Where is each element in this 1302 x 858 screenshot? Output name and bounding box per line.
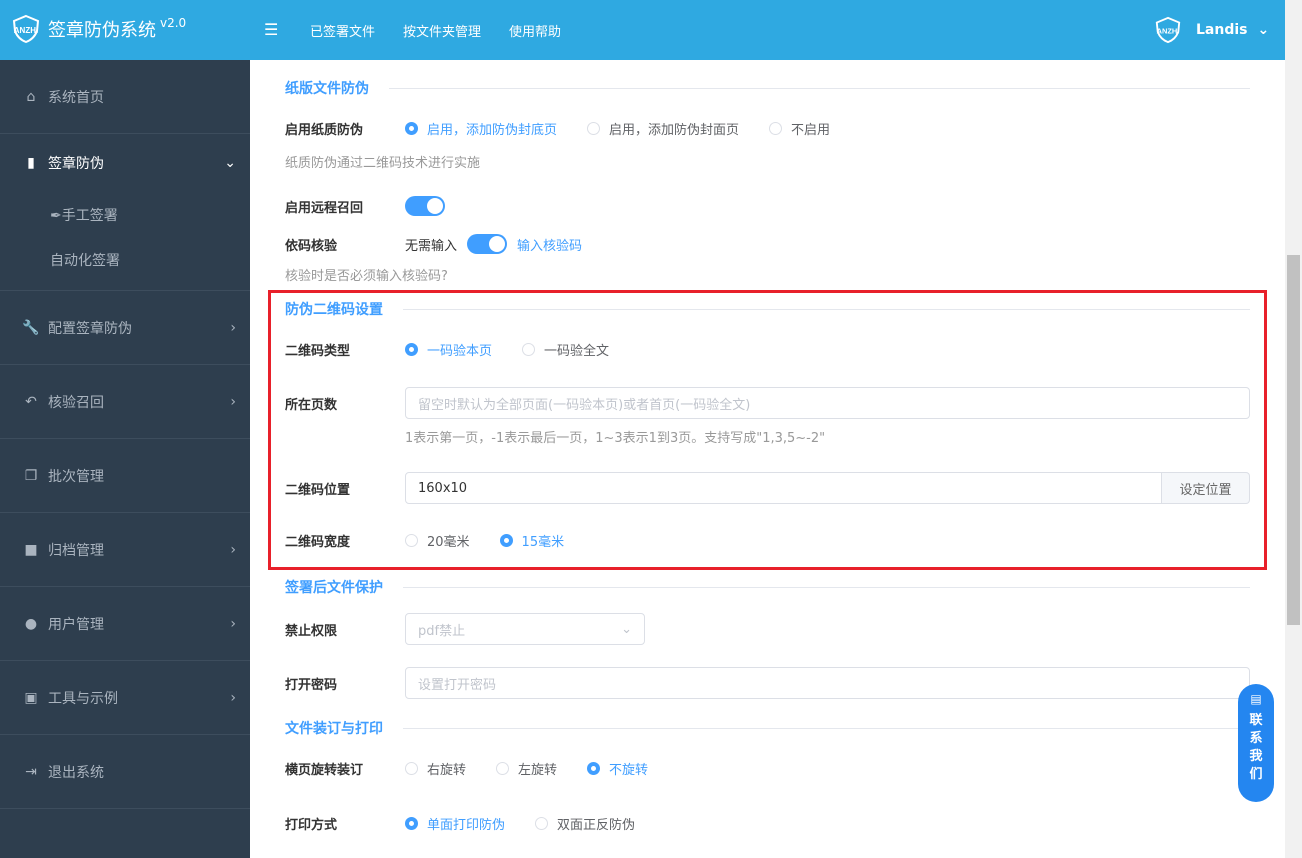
paper-enable-label: 启用纸质防伪 <box>285 123 364 138</box>
chevron-down-icon: ⌄ <box>1257 22 1270 38</box>
radio-print-single[interactable]: 单面打印防伪 <box>405 814 505 833</box>
code-label: 依码核验 <box>285 238 338 254</box>
radio-rotate-right[interactable]: 右旋转 <box>405 759 466 778</box>
radio-print-double[interactable]: 双面正反防伪 <box>535 814 635 833</box>
pwd-label: 打开密码 <box>285 677 338 693</box>
section-paper: 纸版文件防伪 <box>285 78 1250 98</box>
menu-toggle-icon[interactable]: ☰ <box>264 20 278 39</box>
remote-recall-toggle[interactable] <box>405 196 445 216</box>
code-hint: 核验时是否必须输入核验码? <box>285 269 448 284</box>
rotate-label: 横页旋转装订 <box>285 763 364 778</box>
file-lock-icon: ▮ <box>27 155 35 171</box>
username: Landis <box>1196 22 1248 38</box>
sidebar-item-tools[interactable]: ▣ 工具与示例 › <box>0 661 250 735</box>
version: v2.0 <box>160 16 187 30</box>
sidebar-sub-manual[interactable]: ✒手工签署 <box>0 192 250 237</box>
nav-signed-files[interactable]: 已签署文件 <box>310 21 375 40</box>
print-mode-label: 打印方式 <box>285 818 338 833</box>
brand-title: 签章防伪系统 <box>48 20 156 41</box>
sidebar-sub-auto[interactable]: 自动化签署 <box>0 237 250 282</box>
radio-paper-back[interactable]: 启用，添加防伪封底页 <box>405 119 557 138</box>
highlight-box <box>268 290 1267 570</box>
code-on-text: 输入核验码 <box>517 238 583 254</box>
chevron-right-icon: › <box>230 541 236 558</box>
scrollbar[interactable] <box>1285 0 1302 858</box>
shield-logo-icon: ANZHI <box>12 14 40 44</box>
section-print: 文件装订与打印 <box>285 718 1250 738</box>
code-verify-toggle[interactable] <box>467 234 508 254</box>
sidebar-item-home[interactable]: ⌂ 系统首页 <box>0 60 250 134</box>
top-header: ANZHI 签章防伪系统 v2.0 ☰ 已签署文件 按文件夹管理 使用帮助 AN… <box>0 0 1285 60</box>
radio-rotate-none[interactable]: 不旋转 <box>587 759 648 778</box>
section-protect: 签署后文件保护 <box>285 577 1250 597</box>
perm-label: 禁止权限 <box>285 623 338 639</box>
sidebar-item-verify[interactable]: ↶ 核验召回 › <box>0 365 250 439</box>
code-off-text: 无需输入 <box>405 238 458 254</box>
scrollbar-thumb[interactable] <box>1287 255 1300 625</box>
radio-paper-off[interactable]: 不启用 <box>769 119 830 138</box>
logout-icon: ⇥ <box>25 763 37 780</box>
chevron-right-icon: › <box>230 319 236 336</box>
open-password-input[interactable]: 设置打开密码 <box>405 667 1250 699</box>
sidebar-item-seal[interactable]: ▮ 签章防伪 ⌄ <box>0 134 250 192</box>
sidebar-item-archive[interactable]: ■ 归档管理 › <box>0 513 250 587</box>
folder-icon: ■ <box>24 541 38 558</box>
users-icon: ● <box>24 615 38 632</box>
sidebar-item-users[interactable]: ● 用户管理 › <box>0 587 250 661</box>
sidebar-item-logout[interactable]: ⇥ 退出系统 <box>0 735 250 809</box>
copy-icon: ❐ <box>24 467 38 484</box>
sidebar-item-config[interactable]: 🔧 配置签章防伪 › <box>0 291 250 365</box>
nav-folder-manage[interactable]: 按文件夹管理 <box>403 21 481 40</box>
sidebar-item-batch[interactable]: ❐ 批次管理 <box>0 439 250 513</box>
contact-us-button[interactable]: ▤ 联系我们 <box>1238 684 1274 802</box>
user-menu[interactable]: ANZHI Landis ⌄ <box>1150 16 1269 44</box>
svg-text:ANZHI: ANZHI <box>1157 27 1180 36</box>
logo: ANZHI 签章防伪系统 v2.0 <box>10 14 186 44</box>
remote-label: 启用远程召回 <box>285 200 364 216</box>
chevron-right-icon: › <box>230 689 236 706</box>
tools-icon: ▣ <box>24 689 38 706</box>
home-icon: ⌂ <box>26 88 36 105</box>
chevron-down-icon: ⌄ <box>224 155 236 171</box>
perm-select[interactable]: pdf禁止 ⌄ <box>405 613 645 645</box>
chevron-down-icon: ⌄ <box>621 621 632 637</box>
user-logo-icon: ANZHI <box>1155 16 1181 44</box>
chevron-right-icon: › <box>230 393 236 410</box>
chat-icon: ▤ <box>1250 692 1262 706</box>
svg-text:ANZHI: ANZHI <box>14 26 38 35</box>
chevron-right-icon: › <box>230 615 236 632</box>
radio-paper-front[interactable]: 启用，添加防伪封面页 <box>587 119 739 138</box>
sidebar: ⌂ 系统首页 ▮ 签章防伪 ⌄ ✒手工签署 自动化签署 🔧 配置签章防伪 › ↶ 核验召回 ›… <box>0 60 250 858</box>
undo-icon: ↶ <box>25 393 37 410</box>
nav-help[interactable]: 使用帮助 <box>509 21 561 40</box>
wrench-icon: 🔧 <box>22 319 40 336</box>
paper-hint: 纸质防伪通过二维码技术进行实施 <box>285 156 481 171</box>
radio-rotate-left[interactable]: 左旋转 <box>496 759 557 778</box>
